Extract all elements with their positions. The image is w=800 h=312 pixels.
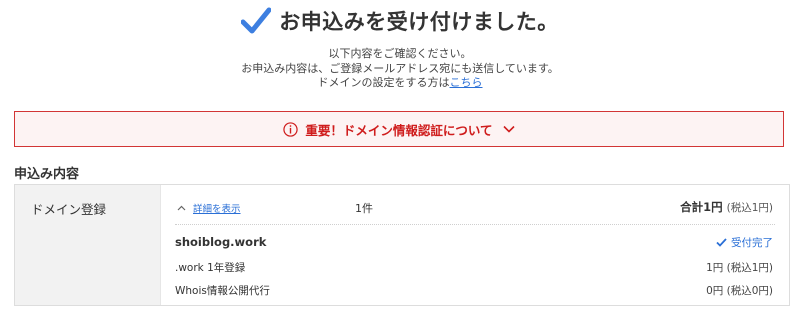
line-item-price: 1円 (税込1円)	[706, 262, 773, 274]
item-count: 1件	[355, 202, 373, 215]
line-item: Whois情報公開代行 0円 (税込0円)	[175, 283, 773, 299]
intro-line-confirm: 以下内容をご確認ください。	[328, 47, 472, 60]
intro-setup-text: ドメインの設定をする方は	[317, 76, 450, 89]
intro-line-email: お申込み内容は、ご登録メールアドレス宛にも送信しています。	[241, 61, 559, 75]
status-text: 受付完了	[731, 237, 773, 249]
chevron-up-icon	[177, 205, 186, 211]
show-details-link[interactable]: 詳細を表示	[177, 201, 241, 215]
info-circle-icon	[283, 121, 299, 137]
divider	[175, 224, 775, 225]
confirmation-header: お申込みを受け付けました。	[0, 4, 800, 38]
order-type-label: ドメイン登録	[31, 202, 107, 217]
status-badge: 受付完了	[716, 235, 773, 250]
order-total: 合計1円 (税込1円)	[680, 199, 773, 215]
page-title: お申込みを受け付けました。	[279, 10, 559, 34]
line-item: .work 1年登録 1円 (税込1円)	[175, 260, 773, 276]
line-item-name: Whois情報公開代行	[175, 285, 270, 297]
line-item-name: .work 1年登録	[175, 262, 246, 274]
alert-text: 重要！ドメイン情報認証について	[305, 122, 493, 138]
domain-name: shoiblog.work	[175, 235, 267, 249]
checkmark-icon	[241, 7, 272, 34]
check-icon	[716, 238, 727, 247]
section-title: 申込み内容	[14, 167, 80, 182]
total-amount: 合計1円	[680, 200, 723, 214]
domain-row: shoiblog.work 受付完了	[175, 235, 773, 251]
line-item-price: 0円 (税込0円)	[706, 285, 773, 297]
domain-auth-alert[interactable]: 重要！ドメイン情報認証について	[14, 111, 784, 147]
show-details-label: 詳細を表示	[193, 204, 241, 215]
total-tax: (税込1円)	[726, 202, 773, 214]
intro-text: 以下内容をご確認ください。 お申込み内容は、ご登録メールアドレス宛にも送信してい…	[0, 47, 800, 91]
chevron-down-icon	[502, 125, 515, 133]
order-summary: ドメイン登録 詳細を表示 1件 合計1円 (税込1円) shoiblog.work…	[14, 184, 790, 306]
setup-link[interactable]: こちら	[450, 76, 483, 89]
intro-line-setup: ドメインの設定をする方はこちら	[0, 76, 800, 91]
